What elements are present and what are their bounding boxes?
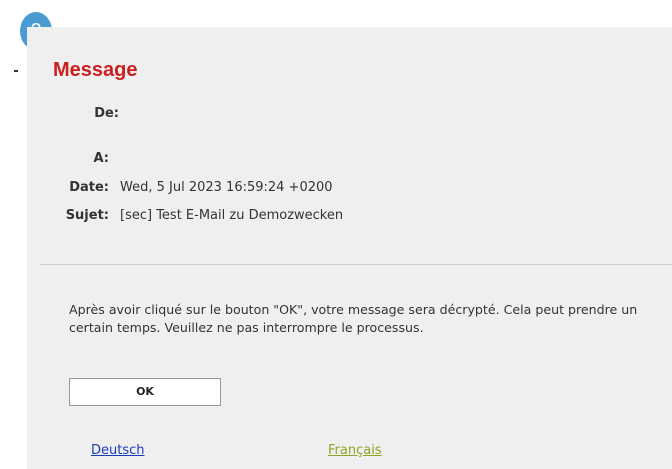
language-link-francais[interactable]: Français: [328, 443, 382, 458]
message-panel: Message De: A: Date: Wed, 5 Jul 2023 16:…: [27, 27, 672, 469]
decrypt-notice: Après avoir cliqué sur le bouton "OK", v…: [69, 302, 638, 335]
bullet-mark: [14, 70, 18, 72]
date-label: Date:: [69, 180, 109, 195]
subject-label: Sujet:: [65, 208, 109, 223]
date-value: Wed, 5 Jul 2023 16:59:24 +0200: [120, 180, 333, 195]
ok-button[interactable]: OK: [69, 378, 221, 406]
language-link-deutsch[interactable]: Deutsch: [91, 443, 145, 458]
divider: [40, 264, 672, 265]
to-label: A:: [93, 151, 109, 166]
from-label: De:: [94, 106, 119, 121]
subject-value: [sec] Test E-Mail zu Demozwecken: [120, 208, 344, 223]
message-title: Message: [53, 59, 138, 81]
